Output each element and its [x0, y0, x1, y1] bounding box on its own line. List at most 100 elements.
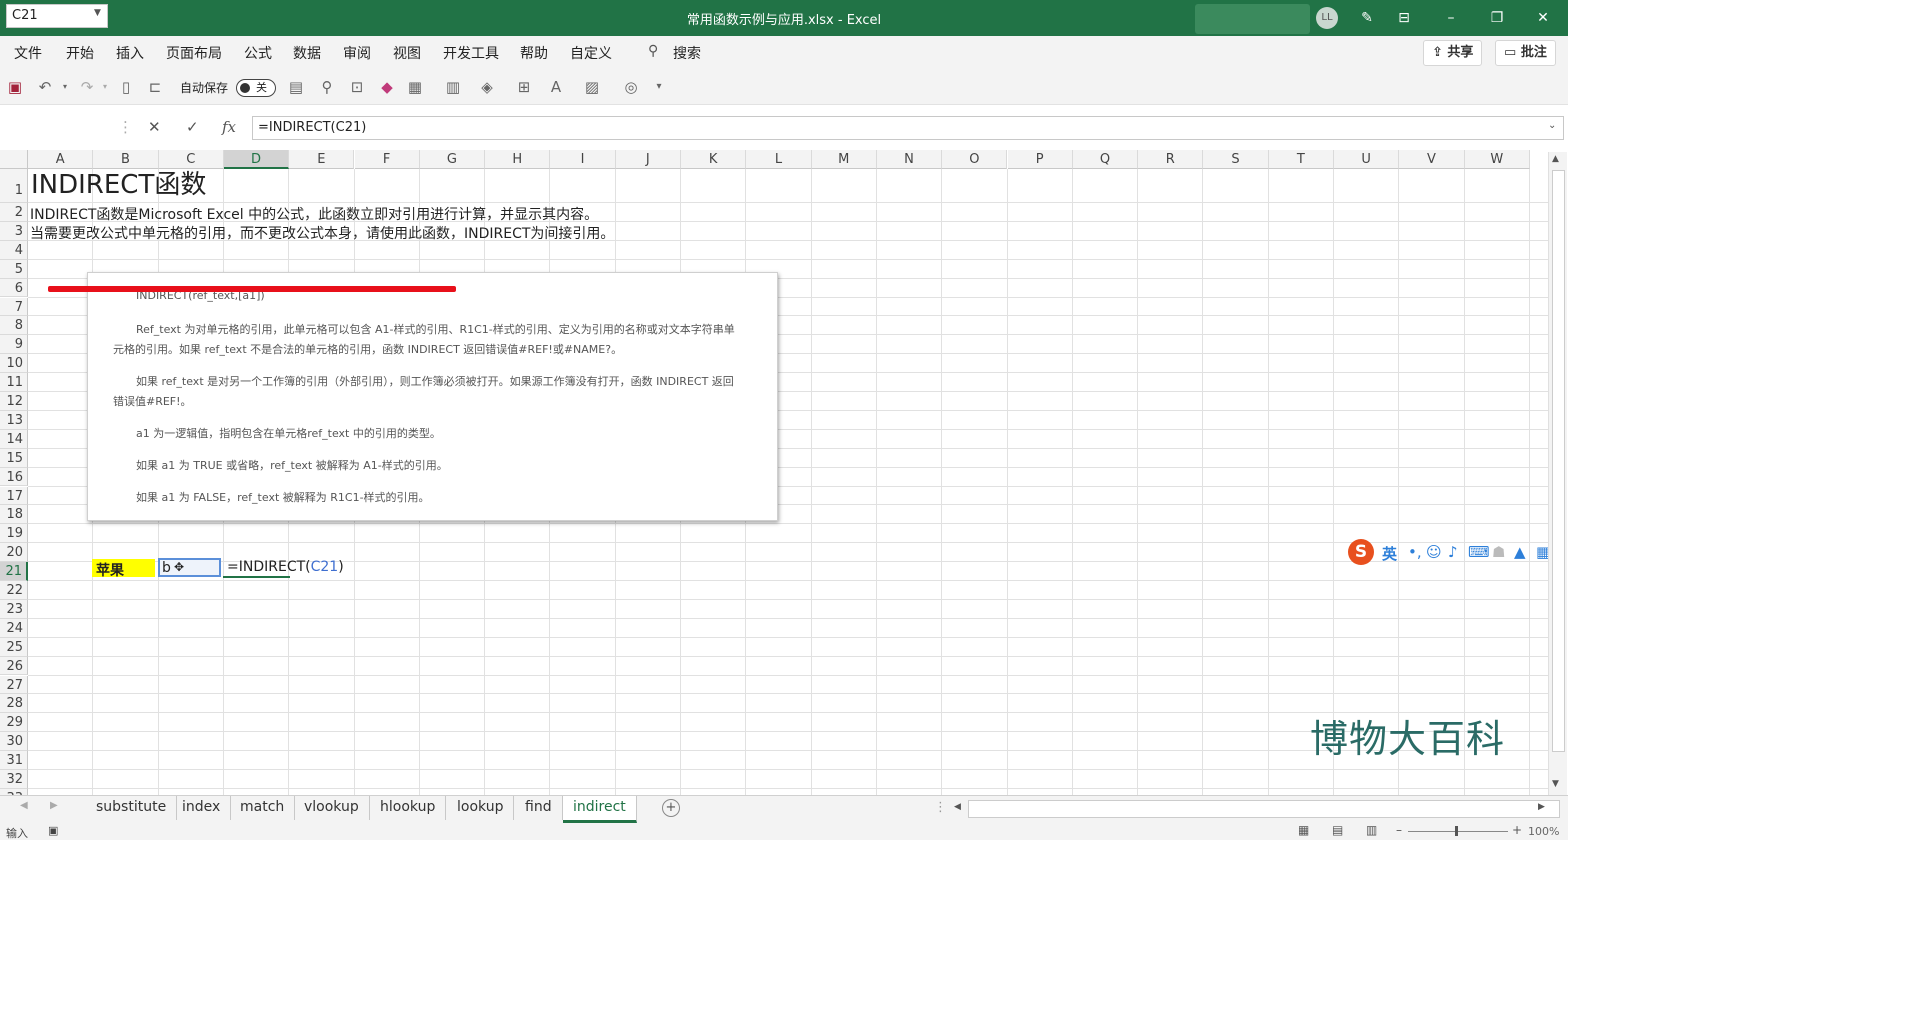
- horizontal-scroll-thumb[interactable]: [968, 800, 1560, 818]
- column-header-M[interactable]: M: [811, 150, 877, 169]
- row-header-32[interactable]: 32: [0, 770, 28, 789]
- sheet-tab-index[interactable]: index: [172, 796, 232, 820]
- column-header-P[interactable]: P: [1007, 150, 1073, 169]
- insert-function-icon[interactable]: fx: [222, 118, 236, 136]
- column-header-D[interactable]: D: [223, 150, 290, 169]
- sheet-tab-hlookup[interactable]: hlookup: [370, 796, 447, 820]
- print-preview-icon[interactable]: ▤: [285, 76, 307, 98]
- row-header-1[interactable]: 1: [0, 169, 28, 203]
- chart-icon[interactable]: ▥: [442, 76, 464, 98]
- column-header-S[interactable]: S: [1203, 150, 1269, 169]
- row-header-8[interactable]: 8: [0, 316, 28, 336]
- new-file-icon[interactable]: ▯: [115, 76, 137, 98]
- pen-icon[interactable]: ✎: [1356, 8, 1378, 28]
- column-header-J[interactable]: J: [615, 150, 681, 169]
- row-header-22[interactable]: 22: [0, 581, 28, 600]
- font-color-icon[interactable]: A: [545, 76, 567, 98]
- menu-data[interactable]: 数据: [293, 43, 321, 63]
- row-header-24[interactable]: 24: [0, 618, 28, 638]
- close-icon[interactable]: ✕: [1532, 8, 1554, 28]
- row-header-7[interactable]: 7: [0, 297, 28, 317]
- circle-icon[interactable]: ◎: [620, 76, 642, 98]
- row-header-27[interactable]: 27: [0, 675, 28, 695]
- row-header-31[interactable]: 31: [0, 751, 28, 770]
- microphone-icon[interactable]: ♪: [1448, 543, 1458, 561]
- sogou-logo-icon[interactable]: S: [1348, 539, 1374, 565]
- column-header-R[interactable]: R: [1138, 150, 1204, 169]
- row-header-14[interactable]: 14: [0, 429, 28, 449]
- column-header-K[interactable]: K: [681, 150, 747, 169]
- find-icon[interactable]: ⚲: [316, 76, 338, 98]
- row-header-17[interactable]: 17: [0, 486, 28, 506]
- sheet-tab-lookup[interactable]: lookup: [447, 796, 515, 820]
- sheet-tab-vlookup[interactable]: vlookup: [294, 796, 370, 820]
- page-layout-view-icon[interactable]: ▤: [1332, 823, 1343, 837]
- column-header-V[interactable]: V: [1399, 150, 1465, 169]
- row-header-4[interactable]: 4: [0, 240, 28, 260]
- menu-formulas[interactable]: 公式: [244, 43, 272, 63]
- menu-view[interactable]: 视图: [393, 43, 421, 63]
- row-header-19[interactable]: 19: [0, 524, 28, 544]
- borders-icon[interactable]: ⊞: [513, 76, 535, 98]
- zoom-in-icon[interactable]: +: [1512, 823, 1522, 837]
- format-icon[interactable]: ▨: [581, 76, 603, 98]
- share-button[interactable]: ⇪ 共享: [1423, 40, 1483, 66]
- cell-b21[interactable]: 苹果: [92, 559, 155, 579]
- column-header-N[interactable]: N: [876, 150, 943, 169]
- insert-table-icon[interactable]: ▦: [404, 76, 426, 98]
- zoom-level[interactable]: 100%: [1528, 825, 1559, 838]
- vertical-scrollbar[interactable]: ▲ ▼: [1548, 152, 1567, 795]
- scroll-left-icon[interactable]: ◀: [954, 802, 961, 812]
- sheet-tab-match[interactable]: match: [230, 796, 296, 820]
- avatar[interactable]: LL: [1316, 7, 1338, 29]
- zoom-slider[interactable]: [1408, 831, 1508, 832]
- search-box[interactable]: 搜索: [673, 43, 701, 63]
- punctuation-icon[interactable]: •,: [1408, 543, 1422, 561]
- row-header-28[interactable]: 28: [0, 694, 28, 714]
- menu-page-layout[interactable]: 页面布局: [166, 43, 222, 63]
- menu-insert[interactable]: 插入: [116, 43, 144, 63]
- row-header-13[interactable]: 13: [0, 410, 28, 430]
- save-icon[interactable]: ▣: [4, 76, 26, 98]
- undo-dropdown-icon[interactable]: ▾: [54, 76, 76, 98]
- menu-developer[interactable]: 开发工具: [443, 43, 499, 63]
- user-icon[interactable]: ☗: [1492, 543, 1505, 561]
- next-sheet-icon[interactable]: ▶: [50, 800, 58, 811]
- row-header-15[interactable]: 15: [0, 448, 28, 468]
- row-header-20[interactable]: 20: [0, 543, 28, 563]
- column-header-O[interactable]: O: [942, 150, 1008, 169]
- open-folder-icon[interactable]: ⊏: [144, 76, 166, 98]
- prev-sheet-icon[interactable]: ◀: [20, 800, 28, 811]
- menu-customize[interactable]: 自定义: [570, 43, 612, 63]
- cell-c21[interactable]: b ✥: [158, 558, 221, 577]
- page-break-view-icon[interactable]: ▥: [1366, 823, 1377, 837]
- formula-input[interactable]: [252, 116, 1564, 140]
- zoom-out-icon[interactable]: –: [1396, 823, 1402, 837]
- tab-splitter-icon[interactable]: ⋮: [934, 800, 947, 815]
- menu-help[interactable]: 帮助: [520, 43, 548, 63]
- cell-d21[interactable]: =INDIRECT(C21): [223, 558, 344, 578]
- row-header-25[interactable]: 25: [0, 637, 28, 657]
- account-area[interactable]: [1195, 4, 1310, 34]
- zoom-slider-thumb[interactable]: [1455, 826, 1458, 836]
- search-icon[interactable]: ⚲: [648, 43, 658, 59]
- row-header-5[interactable]: 5: [0, 259, 28, 279]
- column-header-Q[interactable]: Q: [1072, 150, 1139, 169]
- normal-view-icon[interactable]: ▦: [1298, 823, 1309, 837]
- column-header-I[interactable]: I: [550, 150, 616, 169]
- vertical-scroll-thumb[interactable]: [1552, 170, 1565, 752]
- row-header-2[interactable]: 2: [0, 203, 28, 222]
- row-header-21[interactable]: 21: [0, 562, 28, 581]
- row-header-12[interactable]: 12: [0, 392, 28, 411]
- redo-dropdown-icon[interactable]: ▾: [94, 76, 116, 98]
- cancel-icon[interactable]: ✕: [148, 118, 161, 136]
- column-header-T[interactable]: T: [1268, 150, 1334, 169]
- keyboard-icon[interactable]: ⌨: [1468, 543, 1490, 561]
- column-header-E[interactable]: E: [289, 150, 355, 169]
- customize-toolbar-icon[interactable]: ▾: [648, 76, 670, 98]
- column-header-B[interactable]: B: [93, 150, 159, 169]
- row-header-23[interactable]: 23: [0, 599, 28, 619]
- row-header-9[interactable]: 9: [0, 335, 28, 355]
- row-header-29[interactable]: 29: [0, 713, 28, 733]
- row-header-10[interactable]: 10: [0, 354, 28, 374]
